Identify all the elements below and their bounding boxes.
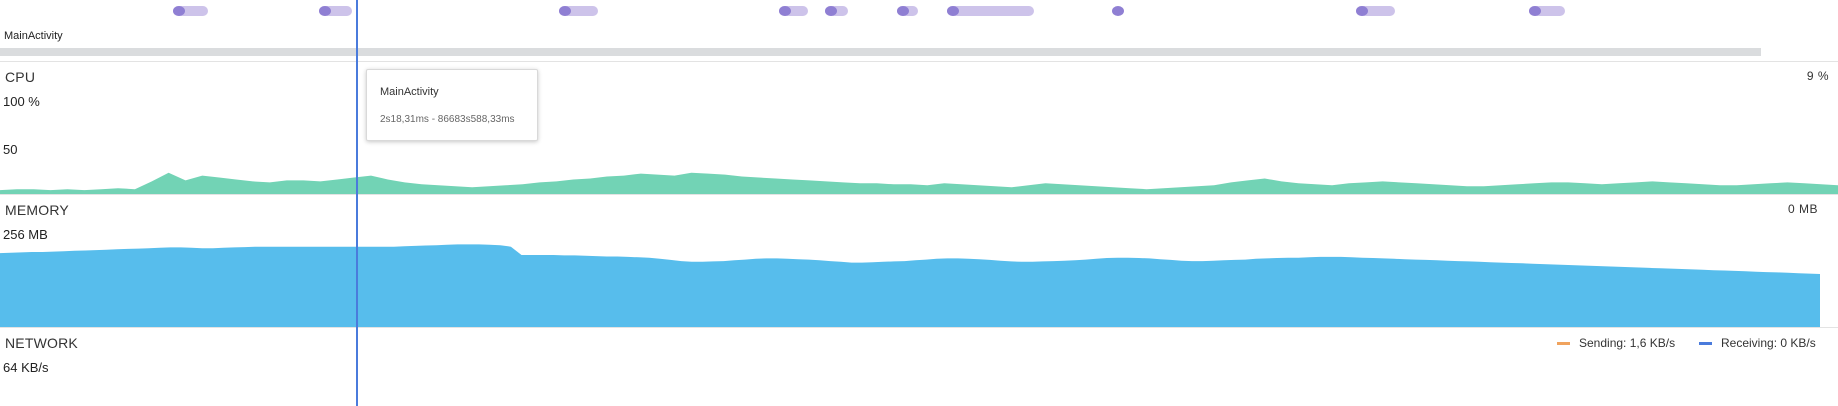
event-marker[interactable] bbox=[825, 6, 837, 16]
memory-section[interactable]: MEMORY 256 MB 128 0 MB bbox=[0, 195, 1838, 327]
receiving-legend-label: Receiving: 0 KB/s bbox=[1721, 336, 1816, 350]
activity-tooltip: MainActivity 2s18,31ms - 86683s588,33ms bbox=[366, 69, 538, 141]
network-scale-max: 64 KB/s bbox=[3, 360, 49, 375]
network-title: NETWORK bbox=[5, 335, 78, 351]
event-track bbox=[0, 0, 1838, 24]
event-marker[interactable] bbox=[1529, 6, 1541, 16]
event-marker[interactable] bbox=[897, 6, 909, 16]
event-marker[interactable] bbox=[173, 6, 185, 16]
receiving-legend-swatch bbox=[1699, 342, 1712, 345]
network-section[interactable]: NETWORK 64 KB/s Sending: 1,6 KB/s Receiv… bbox=[0, 328, 1838, 406]
area-series bbox=[0, 244, 1820, 327]
cpu-area-chart bbox=[0, 172, 1838, 194]
sending-legend-label: Sending: 1,6 KB/s bbox=[1579, 336, 1676, 350]
cpu-section[interactable]: CPU 100 % 50 9 % bbox=[0, 62, 1838, 194]
tooltip-title: MainActivity bbox=[380, 86, 439, 98]
tooltip-time-range: 2s18,31ms - 86683s588,33ms bbox=[380, 114, 515, 125]
event-trail bbox=[947, 6, 1034, 16]
event-marker[interactable] bbox=[319, 6, 331, 16]
timeline-cursor[interactable] bbox=[356, 0, 358, 406]
event-marker[interactable] bbox=[1356, 6, 1368, 16]
activity-bar[interactable] bbox=[0, 48, 1761, 56]
sending-legend-swatch bbox=[1557, 342, 1570, 345]
area-series bbox=[0, 172, 1838, 194]
activity-label: MainActivity bbox=[4, 30, 63, 42]
event-marker[interactable] bbox=[947, 6, 959, 16]
event-marker[interactable] bbox=[559, 6, 571, 16]
memory-area-chart bbox=[0, 244, 1820, 327]
event-marker[interactable] bbox=[779, 6, 791, 16]
event-marker[interactable] bbox=[1112, 6, 1124, 16]
